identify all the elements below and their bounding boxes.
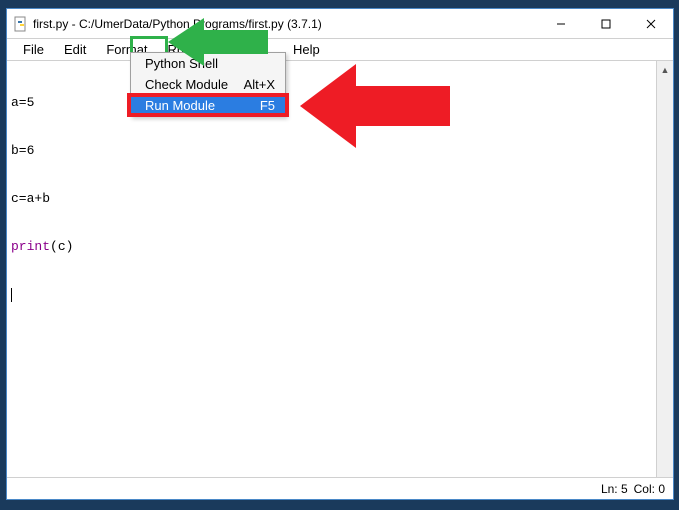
maximize-button[interactable] bbox=[583, 9, 628, 39]
python-file-icon bbox=[13, 16, 29, 32]
status-col: Col: 0 bbox=[634, 482, 665, 496]
text-cursor bbox=[11, 288, 12, 302]
menu-check-module[interactable]: Check Module Alt+X bbox=[131, 74, 285, 95]
annotation-green-arrow-icon bbox=[168, 12, 268, 77]
menu-file[interactable]: File bbox=[13, 40, 54, 59]
titlebar: first.py - C:/UmerData/Python Programs/f… bbox=[7, 9, 673, 39]
close-button[interactable] bbox=[628, 9, 673, 39]
code-line: c=a+b bbox=[11, 191, 652, 207]
minimize-button[interactable] bbox=[538, 9, 583, 39]
scroll-up-icon[interactable]: ▲ bbox=[657, 61, 673, 78]
code-line bbox=[11, 287, 652, 303]
menu-help[interactable]: Help bbox=[283, 40, 330, 59]
menu-edit[interactable]: Edit bbox=[54, 40, 96, 59]
statusbar: Ln: 5 Col: 0 bbox=[7, 477, 673, 499]
menu-run-module[interactable]: Run Module F5 bbox=[131, 95, 285, 116]
annotation-red-arrow-icon bbox=[300, 58, 450, 159]
code-line: print(c) bbox=[11, 239, 652, 255]
vertical-scrollbar[interactable]: ▲ bbox=[656, 61, 673, 477]
status-line: Ln: 5 bbox=[601, 482, 628, 496]
